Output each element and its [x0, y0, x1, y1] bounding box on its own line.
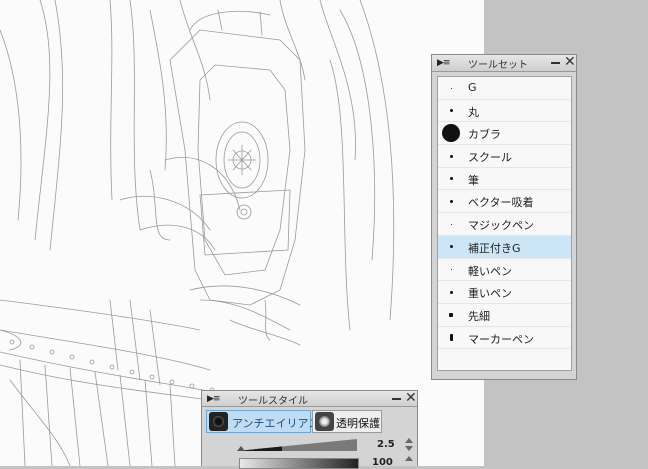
- tool-list: G 丸カブラスクール筆ベクター吸着 マジックペン 補正付きG 軽いペン重いペン先細マーカ…: [437, 76, 572, 371]
- brush-size-slider[interactable]: [237, 438, 357, 452]
- tool-label: マジックペン: [468, 219, 534, 233]
- tool-item[interactable]: マーカーペン: [438, 327, 571, 350]
- brush-size-icon: [449, 109, 453, 113]
- tool-item[interactable]: 軽いペン: [438, 259, 571, 282]
- close-icon[interactable]: ✕: [405, 391, 417, 406]
- opacity-row: 100: [217, 456, 415, 469]
- transparency-protect-toggle[interactable]: 透明保護: [312, 410, 382, 433]
- brush-size-row: 2.5: [217, 438, 415, 454]
- tool-style-panel: ▶≡ ツールスタイル ✕ アンチエイリアス 透明保護 2.5 100: [201, 390, 418, 469]
- opacity-slider[interactable]: [239, 458, 359, 469]
- tool-label: 筆: [468, 173, 479, 187]
- opacity-value[interactable]: 100: [372, 457, 393, 468]
- spinner-down-icon[interactable]: [405, 446, 413, 451]
- brush-size-icon: [449, 199, 453, 203]
- panel-menu-icon[interactable]: ▶≡: [437, 58, 450, 68]
- brush-size-icon: [449, 334, 453, 342]
- tool-item[interactable]: G: [438, 77, 571, 100]
- tool-label: ベクター吸着: [468, 196, 534, 210]
- antialias-label: アンチエイリアス: [232, 417, 320, 430]
- tool-label: カブラ: [468, 128, 501, 142]
- tool-set-titlebar[interactable]: ▶≡ ツールセット ✕: [432, 55, 576, 72]
- brush-size-icon: [450, 87, 452, 89]
- tool-style-title: ツールスタイル: [238, 396, 308, 407]
- brush-size-icon: [449, 177, 453, 181]
- tool-label: スクール: [468, 151, 512, 165]
- tool-style-titlebar[interactable]: ▶≡ ツールスタイル ✕: [202, 391, 417, 407]
- brush-size-icon: [449, 290, 453, 294]
- tool-item[interactable]: 重いペン: [438, 281, 571, 304]
- panel-menu-icon[interactable]: ▶≡: [207, 394, 220, 404]
- antialias-icon: [209, 412, 228, 431]
- style-toggle-row: アンチエイリアス 透明保護: [206, 410, 415, 434]
- minimize-icon[interactable]: [392, 398, 401, 400]
- tool-item[interactable]: スクール: [438, 145, 571, 168]
- transparency-protect-label: 透明保護: [336, 417, 380, 430]
- tool-label: 重いペン: [468, 287, 512, 301]
- brush-size-icon: [449, 312, 453, 317]
- tool-item[interactable]: マジックペン: [438, 213, 571, 236]
- close-icon[interactable]: ✕: [564, 55, 576, 70]
- spinner-up-icon[interactable]: [405, 456, 413, 461]
- brush-size-icon: [449, 245, 453, 249]
- tool-label: G: [468, 81, 477, 94]
- tool-item[interactable]: 筆: [438, 168, 571, 191]
- brush-size-icon: [450, 269, 452, 270]
- tool-label: 先細: [468, 309, 490, 323]
- transparency-protect-icon: [315, 412, 334, 431]
- tool-label: 軽いペン: [468, 264, 512, 278]
- tool-item[interactable]: カブラ: [438, 122, 571, 146]
- antialias-toggle[interactable]: アンチエイリアス: [206, 410, 320, 433]
- minimize-icon[interactable]: [551, 62, 560, 64]
- brush-size-icon: [442, 124, 460, 143]
- tool-label: 補正付きG: [468, 241, 521, 255]
- brush-size-value[interactable]: 2.5: [377, 439, 395, 450]
- tool-item[interactable]: 先細: [438, 304, 571, 327]
- tool-item[interactable]: 丸: [438, 100, 571, 123]
- spinner-up-icon[interactable]: [405, 438, 413, 443]
- brush-size-icon: [450, 223, 452, 225]
- tool-item[interactable]: 補正付きG: [438, 235, 571, 259]
- tool-label: マーカーペン: [468, 332, 534, 346]
- tool-item[interactable]: ベクター吸着: [438, 190, 571, 214]
- tool-label: 丸: [468, 105, 479, 119]
- brush-size-icon: [449, 154, 453, 158]
- tool-set-title: ツールセット: [468, 60, 528, 71]
- tool-set-panel: ▶≡ ツールセット ✕ G 丸カブラスクール筆ベクター吸着 マジックペン 補正付きG 軽…: [431, 54, 577, 380]
